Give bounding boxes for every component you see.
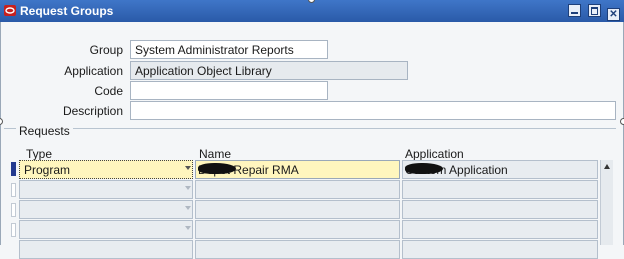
minimize-icon[interactable] [568, 4, 582, 17]
table-row-application-cell[interactable] [402, 240, 598, 259]
column-header-name: Name [199, 147, 232, 161]
code-field[interactable] [130, 81, 328, 100]
record-indicator[interactable] [11, 183, 16, 197]
description-field[interactable] [130, 101, 616, 120]
oracle-icon [4, 5, 16, 16]
table-row-name-cell[interactable] [195, 220, 400, 239]
requests-divider [4, 128, 616, 129]
table-row-type-cell[interactable] [19, 220, 193, 239]
title-bar: Request Groups ✕ [0, 0, 624, 22]
close-icon[interactable]: ✕ [607, 8, 620, 21]
chevron-down-icon[interactable] [185, 166, 191, 170]
group-label: Group [89, 43, 123, 57]
chevron-down-icon[interactable] [185, 186, 191, 190]
table-row-type-cell[interactable]: Program [19, 160, 193, 179]
window-controls: ✕ [565, 4, 620, 21]
column-header-type: Type [26, 147, 53, 161]
table-row-type-cell[interactable] [19, 240, 193, 259]
table-row-name-cell[interactable] [195, 200, 400, 219]
application-label: Application [64, 64, 123, 78]
chevron-down-icon[interactable] [185, 226, 191, 230]
scroll-up-arrow-icon[interactable] [604, 164, 610, 169]
current-record-indicator[interactable] [11, 162, 16, 176]
record-indicator[interactable] [11, 203, 16, 217]
group-field[interactable]: System Administrator Reports [130, 40, 328, 59]
redaction-mark [198, 163, 236, 174]
column-header-application: Application [405, 147, 464, 161]
chevron-down-icon[interactable] [185, 206, 191, 210]
maximize-icon[interactable] [587, 4, 601, 17]
table-row-type-cell[interactable] [19, 180, 193, 199]
record-indicator[interactable] [11, 223, 16, 237]
table-row-name-cell[interactable] [195, 240, 400, 259]
table-row-application-cell[interactable] [402, 180, 598, 199]
table-row-name-cell[interactable] [195, 180, 400, 199]
table-row-type-cell[interactable] [19, 200, 193, 219]
table-row-application-cell[interactable]: Custom Application [402, 160, 598, 179]
window-title: Request Groups [20, 4, 114, 18]
vertical-scrollbar[interactable] [600, 160, 613, 245]
requests-section-label: Requests [16, 124, 73, 138]
code-label: Code [94, 84, 123, 98]
table-row-name-cell[interactable]: Depot Repair RMA [195, 160, 400, 179]
application-field[interactable]: Application Object Library [130, 61, 408, 80]
table-row-application-cell[interactable] [402, 220, 598, 239]
type-value: Program [24, 163, 71, 177]
description-label: Description [62, 104, 123, 118]
resize-handle-right[interactable] [620, 118, 624, 125]
table-row-application-cell[interactable] [402, 200, 598, 219]
redaction-mark [405, 163, 443, 174]
